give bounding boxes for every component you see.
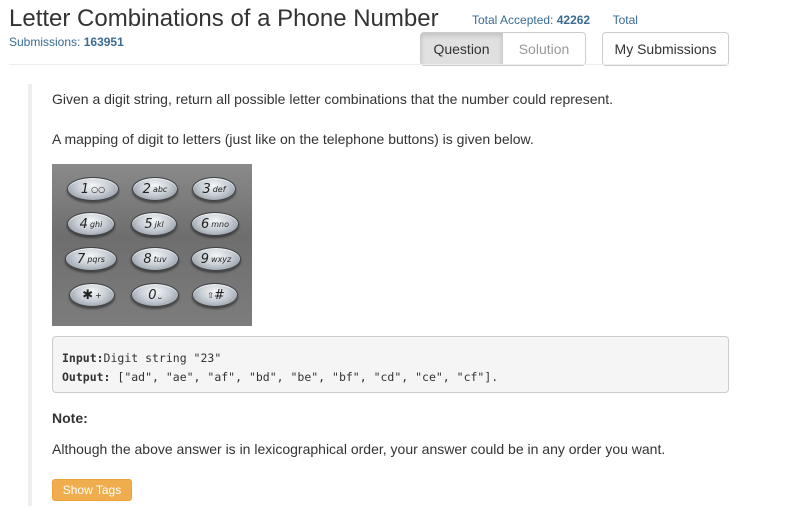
my-submissions-button[interactable]: My Submissions [602, 32, 729, 66]
key-digit: 2 [142, 181, 151, 197]
keypad-key-7: 7 pqrs [65, 247, 117, 271]
telephone-keypad-image: 1 ○○ 2 abc 3 def 4 ghi 5 jkl 6 mno 7 pqrs 8 tuv … [52, 164, 252, 326]
tab-question[interactable]: Question [420, 32, 503, 66]
example-code-block: Input:Digit string "23" Output: ["ad", "… [52, 336, 729, 393]
key-digit: 4 [79, 216, 88, 232]
key-digit: ✱ [82, 287, 94, 303]
key-letters: ⎵ [158, 290, 162, 299]
key-letters: ⇧ [207, 290, 214, 300]
key-letters: wxyz [211, 254, 232, 264]
total-submissions-label: Total [612, 13, 638, 27]
key-digit: 9 [200, 251, 210, 267]
key-digit: 0 [148, 287, 157, 303]
key-digit: 7 [77, 251, 86, 267]
key-digit: 8 [143, 251, 152, 267]
input-label: Input: [62, 351, 104, 365]
key-letters: pqrs [87, 254, 105, 264]
output-label: Output: [62, 370, 111, 384]
keypad-key-9: 9 wxyz [191, 247, 241, 271]
key-digit: # [213, 287, 225, 303]
page-title: Letter Combinations of a Phone Number [9, 5, 439, 32]
key-letters: mno [211, 219, 230, 229]
header-divider [9, 64, 729, 65]
key-digit: 1 [80, 181, 90, 197]
key-digit: 5 [144, 216, 153, 232]
keypad-key-0: 0 ⎵ [131, 283, 179, 307]
problem-mapping-text: A mapping of digit to letters (just like… [52, 131, 534, 147]
keypad-key-6: 6 mno [191, 212, 239, 236]
key-letters: jkl [154, 219, 164, 229]
key-letters: def [212, 184, 226, 194]
output-value: ["ad", "ae", "af", "bd", "be", "bf", "cd… [110, 370, 499, 384]
submissions-value: 163951 [83, 35, 124, 49]
key-letters: ○○ [91, 184, 106, 194]
total-accepted-stat: Total Accepted: 42262 Total [472, 13, 638, 27]
show-tags-button[interactable]: Show Tags [52, 479, 132, 501]
keypad-key-star: ✱ + [69, 283, 115, 307]
note-heading: Note: [52, 410, 88, 426]
note-text: Although the above answer is in lexicogr… [52, 441, 666, 457]
key-letters: tuv [153, 254, 167, 264]
total-accepted-value: 42262 [556, 13, 591, 27]
keypad-key-1: 1 ○○ [67, 177, 119, 201]
keypad-key-hash: ⇧ # [192, 283, 238, 307]
blockquote-bar [28, 84, 32, 506]
keypad-key-4: 4 ghi [67, 212, 115, 236]
key-letters: + [95, 290, 102, 300]
keypad-key-3: 3 def [192, 177, 236, 201]
key-digit: 3 [202, 181, 211, 197]
submissions-stat: Submissions: 163951 [9, 35, 124, 49]
key-letters: ghi [89, 219, 103, 229]
key-digit: 6 [200, 216, 210, 232]
keypad-key-8: 8 tuv [131, 247, 179, 271]
total-accepted-label: Total Accepted: [472, 13, 554, 27]
problem-intro: Given a digit string, return all possibl… [52, 91, 614, 107]
key-letters: abc [152, 184, 168, 194]
submissions-label: Submissions: [9, 35, 81, 49]
tab-solution[interactable]: Solution [503, 32, 586, 66]
keypad-key-5: 5 jkl [131, 212, 177, 236]
question-solution-tabs: Question Solution [420, 32, 586, 66]
input-value: Digit string "23" [103, 351, 222, 365]
keypad-key-2: 2 abc [132, 177, 178, 201]
